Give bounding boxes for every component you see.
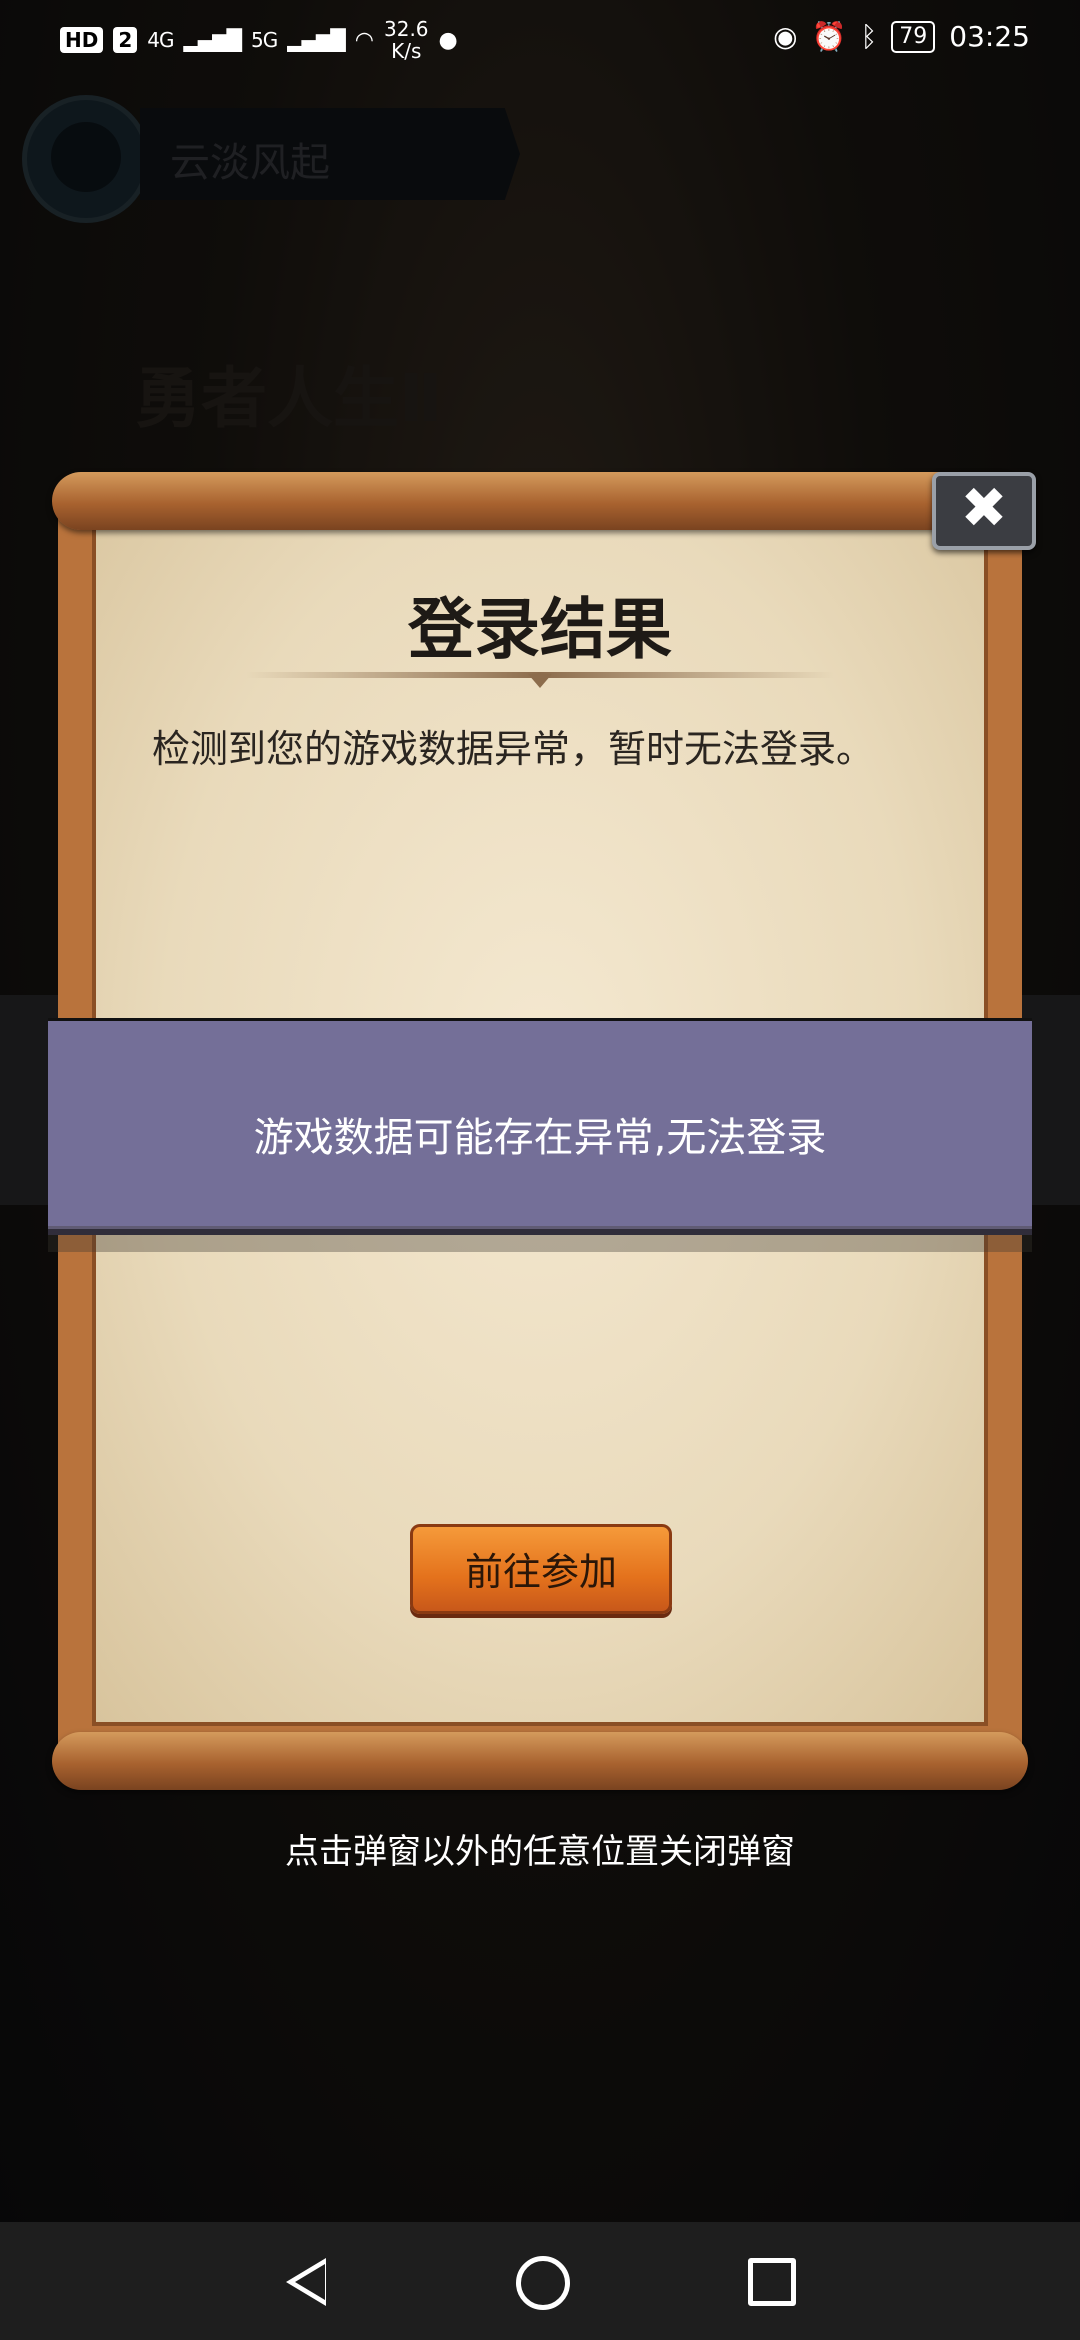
wechat-icon: ●	[438, 27, 458, 53]
signal-icon-2: ▂▄▆█	[287, 28, 346, 52]
speed-unit: K/s	[391, 39, 422, 63]
eye-icon: ◉	[773, 20, 798, 53]
go-participate-button[interactable]: 前往参加	[410, 1524, 672, 1614]
signal-icon: ▂▄▆█	[183, 28, 243, 52]
toast-text: 游戏数据可能存在异常,无法登录	[253, 1115, 827, 1161]
clock-time: 03:25	[949, 20, 1030, 53]
sim-slot-badge: 2	[113, 27, 138, 53]
toast-shadow	[48, 1226, 1032, 1252]
network-5g-label: 5G	[251, 28, 278, 52]
network-speed: 32.6 K/s	[384, 18, 429, 62]
dialog-message: 检测到您的游戏数据异常，暂时无法登录。	[152, 727, 875, 771]
battery-icon: 79	[891, 20, 936, 53]
navigation-bar	[0, 2222, 1080, 2340]
recent-apps-icon[interactable]	[748, 2258, 796, 2306]
back-icon[interactable]	[286, 2258, 326, 2306]
error-toast: 游戏数据可能存在异常,无法登录	[48, 1018, 1032, 1235]
dismiss-hint: 点击弹窗以外的任意位置关闭弹窗	[285, 1832, 795, 1872]
close-icon: ✖	[960, 476, 1008, 541]
scroll-rod-bottom	[52, 1732, 1028, 1790]
status-bar: HD 2 4G ▂▄▆█ 5G ▂▄▆█ ◠ 32.6 K/s ● ◉ ⏰ ᛒ …	[0, 0, 1080, 80]
title-divider-notch	[528, 674, 552, 688]
go-participate-label: 前往参加	[464, 1550, 617, 1594]
home-icon[interactable]	[516, 2256, 570, 2310]
scroll-rod-top	[52, 472, 1028, 530]
alarm-icon: ⏰	[811, 20, 847, 53]
dialog-title: 登录结果	[408, 591, 672, 668]
speed-value: 32.6	[384, 17, 429, 41]
wifi-icon: ◠	[354, 27, 374, 53]
hd-badge: HD	[60, 27, 104, 53]
close-button[interactable]: ✖	[932, 472, 1036, 550]
network-4g-label: 4G	[147, 28, 174, 52]
bluetooth-icon: ᛒ	[860, 20, 878, 53]
